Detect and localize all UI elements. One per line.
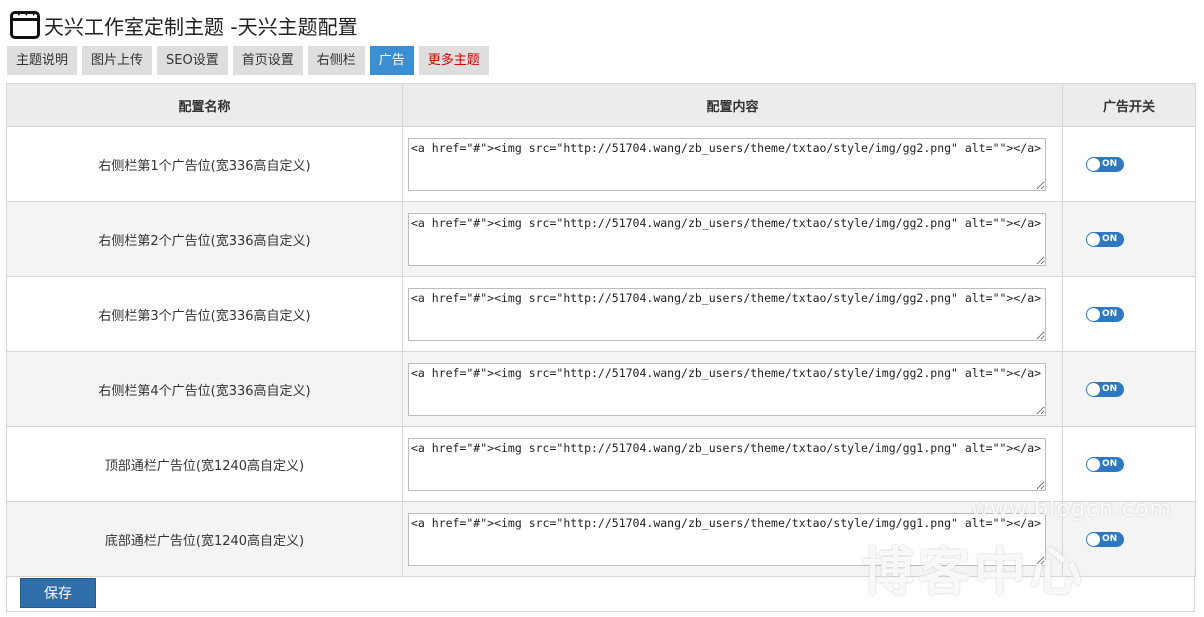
config-content-textarea[interactable]: <a href="#"><img src="http://51704.wang/… xyxy=(408,512,1046,566)
toggle-knob xyxy=(1087,532,1100,546)
ad-toggle-switch[interactable]: ON xyxy=(1086,381,1124,397)
toggle-knob xyxy=(1087,457,1100,471)
ad-toggle-switch[interactable]: ON xyxy=(1086,231,1124,247)
config-content-textarea[interactable]: <a href="#"><img src="http://51704.wang/… xyxy=(408,287,1046,341)
table-row: 底部通栏广告位(宽1240高自定义) <a href="#"><img src=… xyxy=(6,501,1196,577)
toggle-knob xyxy=(1087,232,1100,246)
config-content-cell: <a href="#"><img src="http://51704.wang/… xyxy=(402,501,1063,577)
table-row: 右侧栏第2个广告位(宽336高自定义) <a href="#"><img src… xyxy=(6,201,1196,277)
config-content-textarea[interactable]: <a href="#"><img src="http://51704.wang/… xyxy=(408,137,1046,191)
table-row: 右侧栏第3个广告位(宽336高自定义) <a href="#"><img src… xyxy=(6,276,1196,352)
ad-switch-cell: ON xyxy=(1062,126,1196,202)
toggle-label: ON xyxy=(1102,308,1118,319)
window-icon: • • • xyxy=(10,11,40,39)
tab-seo-settings[interactable]: SEO设置 xyxy=(157,46,228,75)
column-header-ad-switch: 广告开关 xyxy=(1062,83,1196,127)
toggle-knob xyxy=(1087,382,1100,396)
column-header-config-content: 配置内容 xyxy=(402,83,1063,127)
table-header-row: 配置名称 配置内容 广告开关 xyxy=(6,83,1196,127)
table-row: 右侧栏第1个广告位(宽336高自定义) <a href="#"><img src… xyxy=(6,126,1196,202)
config-content-cell: <a href="#"><img src="http://51704.wang/… xyxy=(402,126,1063,202)
ad-toggle-switch[interactable]: ON xyxy=(1086,531,1124,547)
config-name-cell: 右侧栏第4个广告位(宽336高自定义) xyxy=(6,351,403,427)
tab-theme-description[interactable]: 主题说明 xyxy=(7,46,78,75)
ad-switch-cell: ON xyxy=(1062,351,1196,427)
toggle-knob xyxy=(1087,307,1100,321)
config-name-cell: 右侧栏第1个广告位(宽336高自定义) xyxy=(6,126,403,202)
ad-toggle-switch[interactable]: ON xyxy=(1086,456,1124,472)
ad-toggle-switch[interactable]: ON xyxy=(1086,306,1124,322)
tab-bar: 主题说明 图片上传 SEO设置 首页设置 右侧栏 广告 更多主题 xyxy=(7,46,494,75)
config-content-cell: <a href="#"><img src="http://51704.wang/… xyxy=(402,351,1063,427)
form-footer: 保存 xyxy=(6,575,1195,612)
tab-more-themes[interactable]: 更多主题 xyxy=(418,46,489,75)
config-name-cell: 底部通栏广告位(宽1240高自定义) xyxy=(6,501,403,577)
toggle-knob xyxy=(1087,157,1100,171)
save-button[interactable]: 保存 xyxy=(20,578,96,608)
column-header-config-name: 配置名称 xyxy=(6,83,403,127)
toggle-label: ON xyxy=(1102,458,1118,469)
tab-ads[interactable]: 广告 xyxy=(369,46,414,75)
toggle-label: ON xyxy=(1102,233,1118,244)
config-name-cell: 右侧栏第2个广告位(宽336高自定义) xyxy=(6,201,403,277)
toggle-label: ON xyxy=(1102,383,1118,394)
tab-right-sidebar[interactable]: 右侧栏 xyxy=(307,46,365,75)
page-title: 天兴工作室定制主题 -天兴主题配置 xyxy=(44,14,358,39)
config-name-cell: 右侧栏第3个广告位(宽336高自定义) xyxy=(6,276,403,352)
ad-switch-cell: ON xyxy=(1062,201,1196,277)
title-bar: • • • 天兴工作室定制主题 -天兴主题配置 xyxy=(10,9,358,41)
toggle-label: ON xyxy=(1102,158,1118,169)
ad-toggle-switch[interactable]: ON xyxy=(1086,156,1124,172)
config-content-cell: <a href="#"><img src="http://51704.wang/… xyxy=(402,276,1063,352)
config-content-textarea[interactable]: <a href="#"><img src="http://51704.wang/… xyxy=(408,212,1046,266)
ad-switch-cell: ON xyxy=(1062,276,1196,352)
table-row: 顶部通栏广告位(宽1240高自定义) <a href="#"><img src=… xyxy=(6,426,1196,502)
config-content-cell: <a href="#"><img src="http://51704.wang/… xyxy=(402,426,1063,502)
tab-home-settings[interactable]: 首页设置 xyxy=(232,46,303,75)
config-content-textarea[interactable]: <a href="#"><img src="http://51704.wang/… xyxy=(408,362,1046,416)
config-table: 配置名称 配置内容 广告开关 右侧栏第1个广告位(宽336高自定义) <a hr… xyxy=(6,83,1196,577)
config-content-textarea[interactable]: <a href="#"><img src="http://51704.wang/… xyxy=(408,437,1046,491)
config-content-cell: <a href="#"><img src="http://51704.wang/… xyxy=(402,201,1063,277)
config-name-cell: 顶部通栏广告位(宽1240高自定义) xyxy=(6,426,403,502)
table-row: 右侧栏第4个广告位(宽336高自定义) <a href="#"><img src… xyxy=(6,351,1196,427)
toggle-label: ON xyxy=(1102,533,1118,544)
ad-switch-cell: ON xyxy=(1062,501,1196,577)
ad-switch-cell: ON xyxy=(1062,426,1196,502)
tab-image-upload[interactable]: 图片上传 xyxy=(82,46,153,75)
